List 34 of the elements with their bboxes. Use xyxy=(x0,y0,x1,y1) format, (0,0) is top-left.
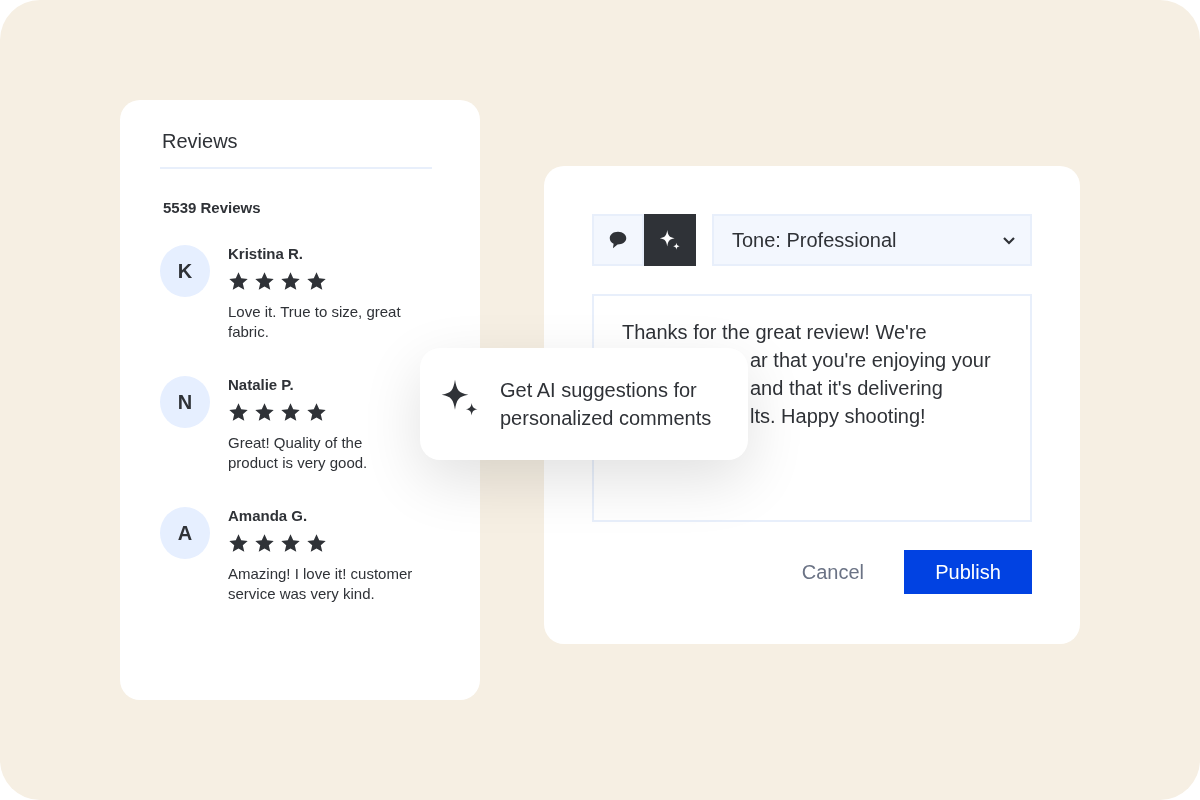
tone-dropdown[interactable]: Tone: Professional xyxy=(712,214,1032,266)
star-icon xyxy=(228,271,249,292)
comment-text: ar that you're enjoying your xyxy=(750,348,991,373)
review-text: Love it. True to size, great fabric. xyxy=(228,302,402,342)
comment-text: and that it's delivering xyxy=(750,376,943,401)
star-icon xyxy=(280,402,301,423)
star-icon xyxy=(306,533,327,554)
comment-text: Thanks for the great review! We're xyxy=(622,320,927,345)
speech-bubble-icon xyxy=(607,229,629,251)
ai-mode-button[interactable] xyxy=(644,214,696,266)
star-icon xyxy=(306,271,327,292)
star-icon xyxy=(254,271,275,292)
star-icon xyxy=(228,533,249,554)
sparkle-icon xyxy=(659,229,681,251)
reviewer-name: Kristina R. xyxy=(228,245,303,262)
star-icon xyxy=(254,533,275,554)
avatar: N xyxy=(160,376,210,428)
review-text: Amazing! I love it! customer service was very kind. xyxy=(228,564,414,604)
star-icon xyxy=(254,402,275,423)
review-text: Great! Quality of the product is very good. xyxy=(228,433,369,473)
reviewer-name: Natalie P. xyxy=(228,376,294,393)
publish-button[interactable]: Publish xyxy=(904,550,1032,594)
avatar: A xyxy=(160,507,210,559)
review-count: 5539 Reviews xyxy=(163,199,261,216)
star-icon xyxy=(306,402,327,423)
star-icon xyxy=(280,533,301,554)
comment-mode-button[interactable] xyxy=(592,214,644,266)
panel-title: Reviews xyxy=(162,130,238,153)
star-icon xyxy=(280,271,301,292)
reviewer-name: Amanda G. xyxy=(228,507,308,524)
comment-text: lts. Happy shooting! xyxy=(750,404,926,429)
cancel-button[interactable]: Cancel xyxy=(801,560,864,584)
avatar: K xyxy=(160,245,210,297)
star-icon xyxy=(228,402,249,423)
